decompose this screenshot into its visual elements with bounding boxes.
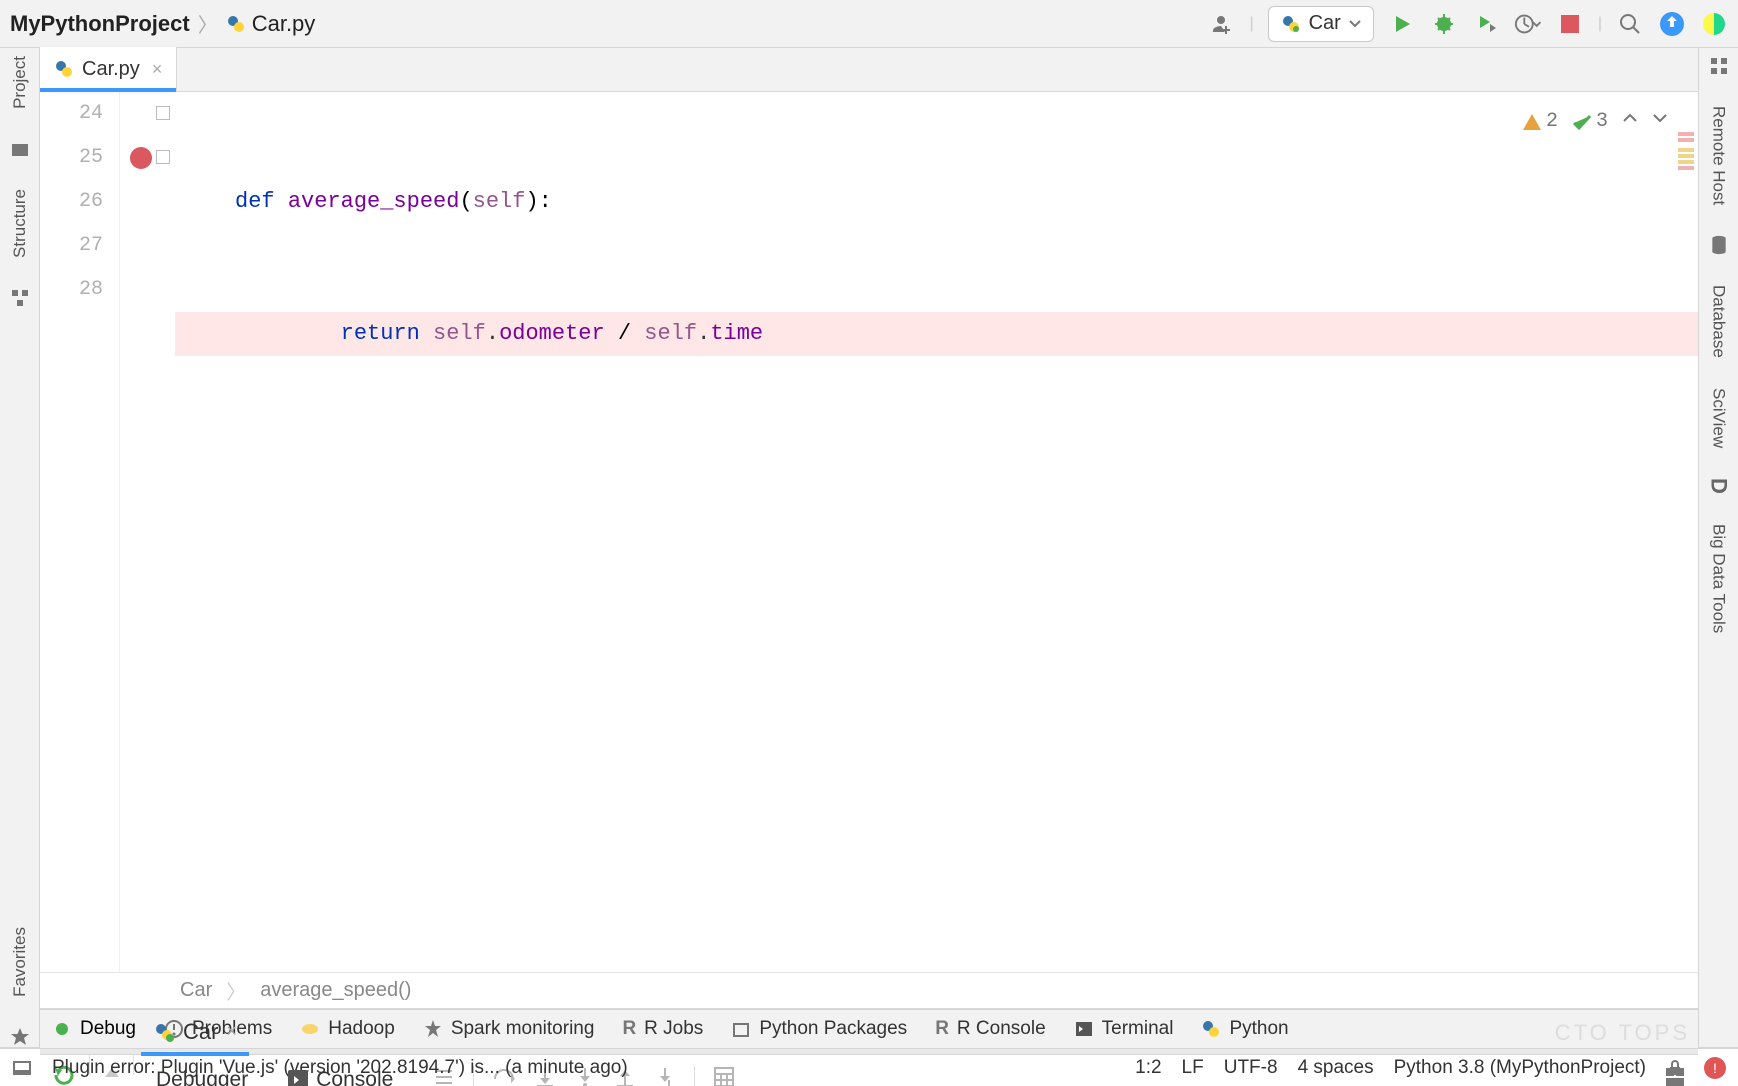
terminal-tool-button[interactable]: Terminal [1074, 1018, 1174, 1040]
encoding[interactable]: UTF-8 [1224, 1057, 1278, 1079]
chevron-down-icon[interactable] [1652, 100, 1668, 144]
line-number: 28 [40, 268, 103, 312]
chevron-right-icon: 〉 [226, 976, 246, 1005]
code-text: return [341, 321, 433, 346]
ok-count: 3 [1596, 100, 1608, 144]
rjobs-tool-button[interactable]: RR Jobs [622, 1018, 703, 1040]
favorites-tool[interactable]: Favorites [10, 927, 30, 997]
bug-icon [52, 1019, 72, 1039]
hadoop-tool-button[interactable]: Hadoop [300, 1018, 395, 1040]
python-icon [153, 1021, 175, 1043]
gutter[interactable]: 24 25 26 27 28 [40, 92, 120, 972]
spark-tool-button[interactable]: Spark monitoring [423, 1018, 595, 1040]
error-badge[interactable]: ! [1704, 1057, 1726, 1079]
chevron-right-icon: 〉 [198, 9, 218, 38]
caret-position[interactable]: 1:2 [1135, 1057, 1161, 1079]
line-separator[interactable]: LF [1182, 1057, 1204, 1079]
warnings-count: 2 [1546, 100, 1558, 144]
code-text: def [235, 189, 288, 214]
indent[interactable]: 4 spaces [1298, 1057, 1374, 1079]
terminal-icon [1074, 1019, 1094, 1039]
breadcrumb-file[interactable]: Car.py [226, 11, 316, 37]
d-tool[interactable]: D [1706, 478, 1732, 494]
breadcrumb-file-label: Car.py [252, 11, 316, 37]
code-text: ): [525, 189, 551, 214]
context-class[interactable]: Car [180, 979, 212, 1002]
breadcrumb: MyPythonProject 〉 Car.py [10, 9, 315, 38]
line-number: 27 [40, 224, 103, 268]
sync-icon[interactable] [1658, 10, 1686, 38]
star-icon[interactable] [10, 1027, 30, 1047]
breakpoint-icon[interactable] [130, 147, 152, 169]
close-icon[interactable]: × [226, 1021, 237, 1042]
code-text: self [644, 321, 697, 346]
grid-icon[interactable] [1709, 56, 1729, 76]
rconsole-tool-button[interactable]: RR Console [935, 1018, 1045, 1040]
code-text: ( [459, 189, 472, 214]
line-number: 25 [40, 136, 103, 180]
run-config-selector[interactable]: Car [1268, 6, 1374, 42]
ok-indicator[interactable]: 3 [1572, 100, 1608, 144]
search-icon[interactable] [1616, 10, 1644, 38]
coverage-button[interactable] [1472, 10, 1500, 38]
code-text: odometer [499, 321, 605, 346]
hadoop-icon [300, 1019, 320, 1039]
python-file-icon [54, 59, 74, 79]
chevron-down-icon [1349, 18, 1361, 30]
console-icon [288, 1070, 308, 1086]
code-text: average_speed [288, 189, 460, 214]
console-tab[interactable]: Console [278, 1055, 403, 1086]
fold-toggle[interactable] [156, 150, 170, 164]
code-text: / [605, 321, 645, 346]
code-editor[interactable]: def average_speed(self): return self.odo… [175, 92, 1698, 972]
r-icon: R [622, 1018, 636, 1040]
profile-button[interactable] [1514, 10, 1542, 38]
close-icon[interactable]: × [152, 59, 163, 80]
code-text [235, 321, 341, 346]
error-stripe[interactable] [1678, 102, 1694, 302]
debug-session-tab[interactable]: Car × [141, 1009, 249, 1055]
fold-toggle[interactable] [156, 106, 170, 120]
stop-button[interactable] [1556, 10, 1584, 38]
chevron-up-icon[interactable] [1622, 100, 1638, 144]
r-icon: R [935, 1018, 949, 1040]
run-button[interactable] [1388, 10, 1416, 38]
code-text: . [697, 321, 710, 346]
run-config-label: Car [1309, 12, 1341, 35]
editor-tab-label: Car.py [82, 58, 140, 81]
code-text: . [486, 321, 499, 346]
context-method[interactable]: average_speed() [260, 979, 411, 1002]
debug-button[interactable] [1430, 10, 1458, 38]
lock-icon[interactable] [1666, 1059, 1684, 1077]
debug-tool-button[interactable]: Debug [52, 1018, 136, 1040]
structure-tool[interactable]: Structure [10, 189, 30, 258]
editor-tab[interactable]: Car.py × [40, 47, 177, 91]
line-number: 24 [40, 92, 103, 136]
bigdata-tool[interactable]: Big Data Tools [1709, 524, 1729, 633]
python-console-tool-button[interactable]: Python [1201, 1018, 1288, 1040]
python-icon [1281, 14, 1301, 34]
context-breadcrumb[interactable]: Car 〉 average_speed() [40, 972, 1698, 1009]
debugger-tab[interactable]: Debugger [146, 1055, 258, 1086]
code-text: time [710, 321, 763, 346]
structure-icon[interactable] [10, 288, 30, 308]
project-name[interactable]: MyPythonProject [10, 11, 190, 37]
debug-session-label: Car [183, 1019, 218, 1045]
project-tool[interactable]: Project [10, 56, 30, 109]
tool-windows-icon[interactable] [12, 1058, 32, 1078]
line-number: 26 [40, 180, 103, 224]
add-config-icon[interactable] [1207, 10, 1235, 38]
python-icon [1201, 1019, 1221, 1039]
ide-logo-icon[interactable] [1700, 10, 1728, 38]
python-packages-tool-button[interactable]: Python Packages [731, 1018, 907, 1040]
python-file-icon [226, 14, 246, 34]
package-icon [731, 1019, 751, 1039]
spark-icon [423, 1019, 443, 1039]
code-text: self [473, 189, 526, 214]
interpreter[interactable]: Python 3.8 (MyPythonProject) [1394, 1057, 1646, 1079]
code-text: self [433, 321, 486, 346]
folder-icon[interactable] [10, 139, 30, 159]
warnings-indicator[interactable]: 2 [1522, 100, 1558, 144]
